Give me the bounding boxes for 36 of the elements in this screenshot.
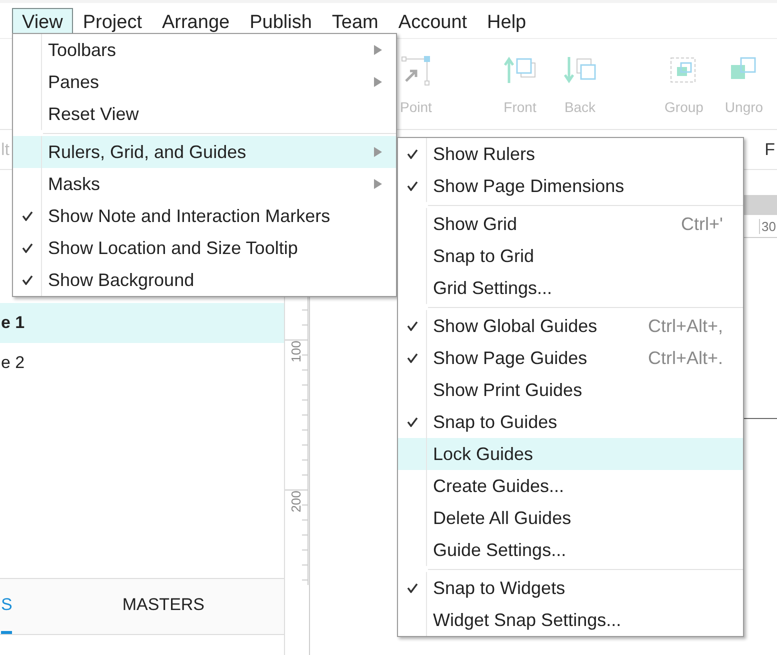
cut-off-label: F: [764, 140, 776, 160]
menu-item[interactable]: Show Page Dimensions: [398, 170, 743, 202]
menu-item[interactable]: Snap to Widgets: [398, 572, 743, 604]
page-item[interactable]: e 1: [0, 303, 284, 343]
menu-item[interactable]: Show Global Guides Ctrl+Alt+,: [398, 310, 743, 342]
menu-item[interactable]: Show Grid Ctrl+': [398, 208, 743, 240]
menu-bar-item[interactable]: Help: [477, 8, 536, 38]
menu-item[interactable]: Grid Settings...: [398, 272, 743, 304]
menu-item[interactable]: Show Location and Size Tooltip: [13, 232, 396, 264]
submenu-arrow-icon: [374, 45, 382, 55]
menu-item[interactable]: Masks: [13, 168, 396, 200]
menu-item[interactable]: Widget Snap Settings...: [398, 604, 743, 636]
menu-item[interactable]: Rulers, Grid, and Guides: [13, 136, 396, 168]
point-tool-icon: [400, 55, 432, 87]
menu-item[interactable]: Show Background: [13, 264, 396, 296]
ruler-label: 100: [288, 340, 304, 364]
shortcut-text: Ctrl+': [681, 214, 723, 234]
ruler-label: 30: [758, 218, 777, 234]
page-item[interactable]: e 2: [0, 343, 284, 383]
pane-tab[interactable]: MASTERS: [122, 579, 205, 634]
menu-item[interactable]: Show Rulers: [398, 138, 743, 170]
cut-off-label: lt: [1, 140, 10, 160]
submenu-arrow-icon: [374, 77, 382, 87]
menu-item[interactable]: Delete All Guides: [398, 502, 743, 534]
submenu-arrow-icon: [374, 147, 382, 157]
menu-item[interactable]: Show Page Guides Ctrl+Alt+.: [398, 342, 743, 374]
submenu-arrow-icon: [374, 179, 382, 189]
menu-item[interactable]: Show Print Guides: [398, 374, 743, 406]
menu-item[interactable]: Create Guides...: [398, 470, 743, 502]
menu-item[interactable]: Guide Settings...: [398, 534, 743, 566]
menu-item[interactable]: Lock Guides: [398, 438, 743, 470]
shortcut-text: Ctrl+Alt+.: [648, 348, 723, 368]
menu-item[interactable]: Show Note and Interaction Markers: [13, 200, 396, 232]
ruler-label: 200: [288, 490, 304, 514]
menu-item[interactable]: Snap to Grid: [398, 240, 743, 272]
shortcut-text: Ctrl+Alt+,: [648, 316, 723, 336]
